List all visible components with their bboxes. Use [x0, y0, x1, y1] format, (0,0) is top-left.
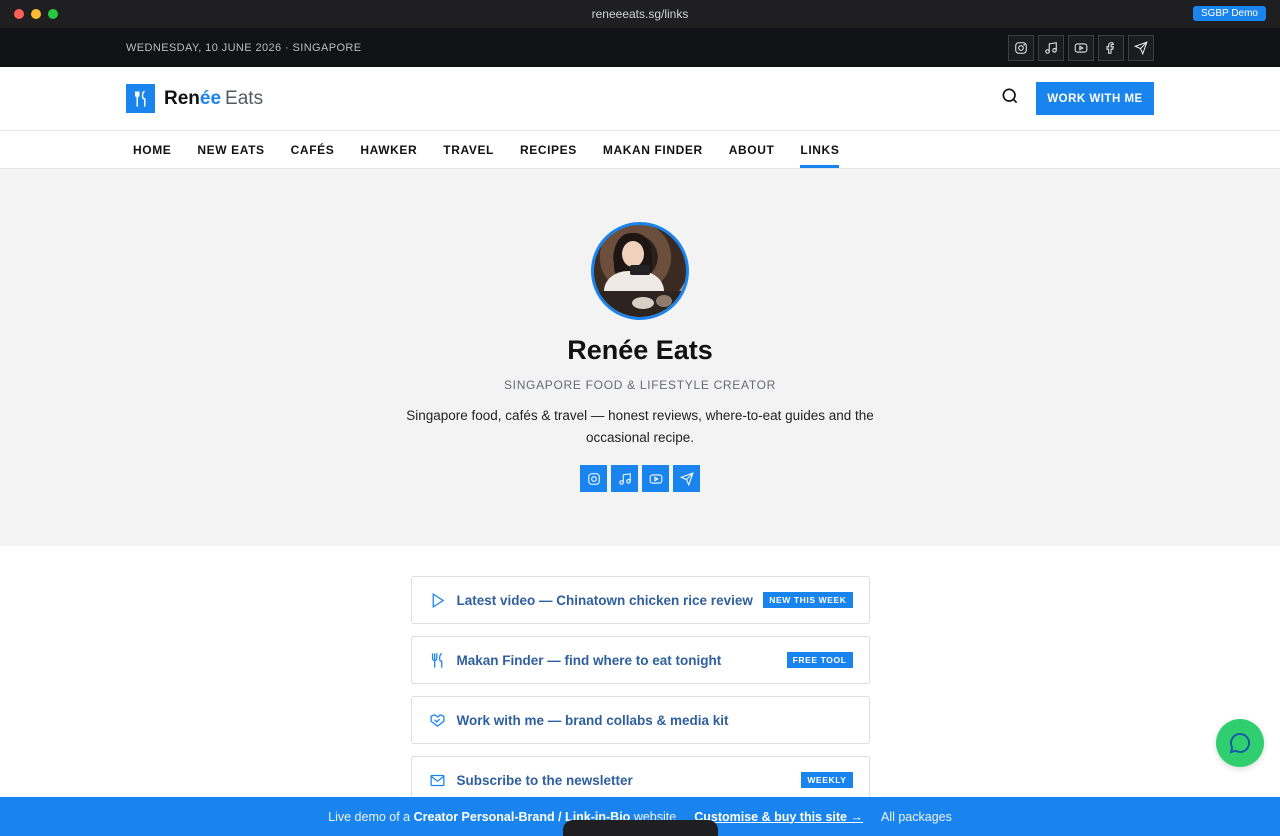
customise-buy-link[interactable]: Customise & buy this site → [694, 810, 863, 824]
link-latest-video[interactable]: Latest video — Chinatown chicken rice re… [410, 576, 870, 624]
link-badge: WEEKLY [801, 772, 853, 788]
link-label: Makan Finder — find where to eat tonight [456, 652, 722, 668]
topbar-social-links [1008, 34, 1154, 61]
chat-icon[interactable] [1216, 719, 1264, 767]
link-work-with-me[interactable]: Work with me — brand collabs & media kit [410, 696, 870, 744]
tiktok-icon[interactable] [611, 465, 638, 492]
link-badge: NEW THIS WEEK [763, 592, 853, 608]
all-packages-link[interactable]: All packages [881, 810, 952, 824]
address-bar[interactable]: reneeeats.sg/links [0, 7, 1280, 21]
brand-logo[interactable]: Renée Eats [126, 84, 263, 113]
profile-social-links [580, 465, 700, 492]
minimize-window-button[interactable] [31, 9, 41, 19]
header-actions: WORK WITH ME [1000, 82, 1154, 115]
nav-item-new-eats[interactable]: NEW EATS [190, 131, 277, 168]
work-with-me-button[interactable]: WORK WITH ME [1036, 82, 1154, 115]
date-line: WEDNESDAY, 10 JUNE 2026 · SINGAPORE [126, 41, 362, 54]
facebook-icon[interactable] [1098, 34, 1124, 61]
avatar [591, 222, 689, 320]
nav-item-cafes[interactable]: CAFÉS [284, 131, 348, 168]
link-label: Subscribe to the newsletter [456, 772, 633, 788]
profile-bio: Singapore food, cafés & travel — honest … [406, 408, 874, 445]
youtube-icon[interactable] [642, 465, 669, 492]
nav-item-home[interactable]: HOME [126, 131, 184, 168]
link-badge: FREE TOOL [786, 652, 853, 668]
nav-item-travel[interactable]: TRAVEL [436, 131, 507, 168]
link-label: Latest video — Chinatown chicken rice re… [456, 592, 753, 608]
main-nav: HOME NEW EATS CAFÉS HAWKER TRAVEL RECIPE… [0, 131, 1280, 169]
nav-item-hawker[interactable]: HAWKER [353, 131, 430, 168]
nav-item-makan-finder[interactable]: MAKAN FINDER [596, 131, 716, 168]
top-bar: WEDNESDAY, 10 JUNE 2026 · SINGAPORE [0, 28, 1280, 67]
telegram-icon[interactable] [673, 465, 700, 492]
handshake-icon [429, 713, 445, 727]
nav-item-recipes[interactable]: RECIPES [513, 131, 590, 168]
profile-tagline: SINGAPORE FOOD & LIFESTYLE CREATOR [503, 378, 777, 392]
link-makan-finder[interactable]: Makan Finder — find where to eat tonight… [410, 636, 870, 684]
mail-icon [429, 774, 445, 786]
demo-badge: SGBP Demo [1192, 6, 1266, 21]
play-icon [432, 592, 444, 608]
youtube-icon[interactable] [1068, 34, 1094, 61]
browser-chrome: reneeeats.sg/links SGBP Demo [0, 0, 1280, 28]
utensils-icon [431, 652, 442, 668]
telegram-icon[interactable] [1128, 34, 1154, 61]
utensils-logo-icon [126, 84, 155, 113]
nav-item-links[interactable]: LINKS [793, 131, 852, 168]
maximize-window-button[interactable] [48, 9, 58, 19]
close-window-button[interactable] [14, 9, 24, 19]
profile-hero: Renée Eats SINGAPORE FOOD & LIFESTYLE CR… [0, 169, 1280, 546]
link-label: Work with me — brand collabs & media kit [456, 712, 729, 728]
brand-name: Renée Eats [164, 87, 264, 109]
instagram-icon[interactable] [1008, 34, 1034, 61]
tiktok-icon[interactable] [1038, 34, 1064, 61]
nav-item-about[interactable]: ABOUT [722, 131, 788, 168]
search-icon[interactable] [1000, 86, 1020, 111]
window-controls [14, 9, 58, 19]
instagram-icon[interactable] [580, 465, 607, 492]
dock [563, 820, 718, 836]
profile-name: Renée Eats [567, 335, 713, 365]
site-header: Renée Eats WORK WITH ME [0, 67, 1280, 131]
link-list: Latest video — Chinatown chicken rice re… [0, 546, 1280, 804]
